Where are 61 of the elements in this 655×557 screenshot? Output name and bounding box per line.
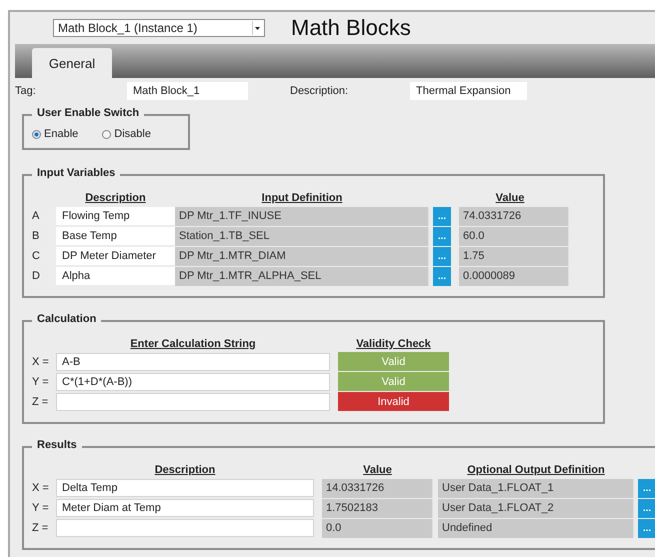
result-description-field[interactable]: Delta Temp xyxy=(56,479,314,497)
calculation-field[interactable] xyxy=(56,393,330,411)
value-cell: 1.7502183 xyxy=(322,498,433,518)
radio-option[interactable]: Enable xyxy=(32,128,78,140)
description-field[interactable]: Thermal Expansion xyxy=(410,82,527,100)
value-cell: 1.75 xyxy=(459,246,569,266)
row-letter: B xyxy=(31,230,40,242)
row-label: Z = xyxy=(31,522,50,534)
row-letter: A xyxy=(31,210,40,222)
description-field[interactable]: Flowing Temp xyxy=(56,207,175,225)
row-letter: D xyxy=(31,270,41,282)
column-header: Input Definition xyxy=(260,192,344,204)
output-definition-cell: User Data_1.FLOAT_1 xyxy=(438,478,634,498)
page-title: Math Blocks xyxy=(291,15,411,41)
description-label: Description: xyxy=(290,85,350,97)
row-label: Z = xyxy=(31,396,50,408)
instance-dropdown[interactable]: Math Block_1 (Instance 1) xyxy=(53,19,265,37)
column-header: Optional Output Definition xyxy=(466,464,606,476)
description-field[interactable]: Base Temp xyxy=(56,227,175,245)
value-cell: 0.0000089 xyxy=(459,266,569,286)
result-description-field[interactable] xyxy=(56,519,314,537)
definition-cell: DP Mtr_1.MTR_DIAM xyxy=(175,246,429,266)
calculation-field[interactable]: C*(1+D*(A-B)) xyxy=(56,373,330,391)
group-title: Calculation xyxy=(32,313,102,325)
radio-icon[interactable] xyxy=(102,130,112,138)
value-cell: 0.0 xyxy=(322,518,433,538)
dropdown-caret-icon xyxy=(252,21,262,35)
tab[interactable]: General xyxy=(32,48,112,78)
validity-status: Valid xyxy=(338,352,449,372)
value-cell: 74.0331726 xyxy=(459,206,569,226)
validity-status: Valid xyxy=(338,372,449,392)
radio-option[interactable]: Disable xyxy=(102,128,151,140)
definition-cell: DP Mtr_1.MTR_ALPHA_SEL xyxy=(175,266,429,286)
row-label: X = xyxy=(31,482,50,494)
validity-status: Invalid xyxy=(338,392,449,412)
row-letter: C xyxy=(31,250,41,262)
description-field[interactable]: DP Meter Diameter xyxy=(56,247,175,265)
output-definition-cell: User Data_1.FLOAT_2 xyxy=(438,498,634,518)
definition-cell: DP Mtr_1.TF_INUSE xyxy=(175,206,429,226)
tag-field[interactable]: Math Block_1 xyxy=(127,82,248,100)
tag-label: Tag: xyxy=(15,85,37,97)
description-field[interactable]: Alpha xyxy=(56,267,175,285)
column-header: Description xyxy=(154,464,216,476)
output-definition-cell: Undefined xyxy=(438,518,634,538)
value-cell: 14.0331726 xyxy=(322,478,433,498)
row-label: X = xyxy=(31,356,50,368)
row-label: Y = xyxy=(31,376,50,388)
group-title: User Enable Switch xyxy=(32,107,144,119)
radio-icon[interactable] xyxy=(32,130,41,138)
row-label: Y = xyxy=(31,502,50,514)
value-cell: 60.0 xyxy=(459,226,569,246)
column-header: Validity Check xyxy=(355,338,432,350)
group-title: Results xyxy=(32,439,82,451)
group-title: Input Variables xyxy=(32,167,120,179)
calculation-field[interactable]: A-B xyxy=(56,353,330,371)
column-header: Value xyxy=(362,464,393,476)
definition-cell: Station_1.TB_SEL xyxy=(175,226,429,246)
column-header: Value xyxy=(494,192,526,204)
column-header: Enter Calculation String xyxy=(129,338,257,350)
result-description-field[interactable]: Meter Diam at Temp xyxy=(56,499,314,517)
column-header: Description xyxy=(84,192,147,204)
